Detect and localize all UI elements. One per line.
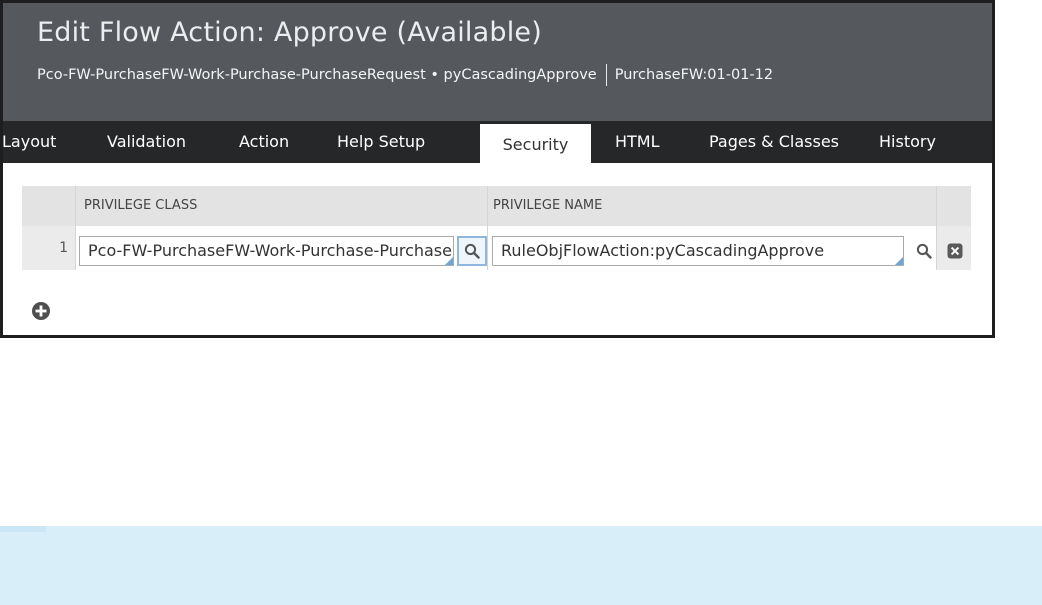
name-lookup-button[interactable] <box>909 236 939 266</box>
column-header-privilege-class: PRIVILEGE CLASS <box>84 198 198 213</box>
search-icon <box>916 243 932 259</box>
tab-security[interactable]: Security <box>480 124 591 163</box>
delete-row-icon <box>947 243 963 259</box>
privilege-name-input[interactable]: RuleObjFlowAction:pyCascadingApprove <box>492 236 904 266</box>
delete-row-button[interactable] <box>940 236 970 266</box>
rule-subtitle: Pco-FW-PurchaseFW-Work-Purchase-Purchase… <box>37 64 773 86</box>
page-title: Edit Flow Action: Approve (Available) <box>37 17 542 48</box>
tab-action[interactable]: Action <box>239 121 289 163</box>
tab-history[interactable]: History <box>879 121 936 163</box>
bullet-separator: • <box>430 67 439 83</box>
tab-html[interactable]: HTML <box>615 121 660 163</box>
row-index: 1 <box>59 240 68 256</box>
tab-bar: Layout Validation Action Help Setup Secu… <box>2 121 992 163</box>
column-divider <box>936 186 937 270</box>
rule-class-name: Pco-FW-PurchaseFW-Work-Purchase-Purchase… <box>37 67 426 83</box>
footer-panel <box>0 526 1042 605</box>
divider <box>605 64 607 86</box>
table-row: 1 Pco-FW-PurchaseFW-Work-Purchase-Purcha… <box>22 226 971 270</box>
column-divider <box>75 186 76 270</box>
column-divider <box>487 186 488 270</box>
tab-layout[interactable]: Layout <box>2 121 56 163</box>
tab-validation[interactable]: Validation <box>107 121 186 163</box>
search-icon <box>464 243 480 259</box>
rule-header: Edit Flow Action: Approve (Available) Pc… <box>3 3 992 121</box>
privilege-class-input[interactable]: Pco-FW-PurchaseFW-Work-Purchase-Purchase… <box>79 236 454 266</box>
rule-form-window: Edit Flow Action: Approve (Available) Pc… <box>0 0 995 338</box>
add-row-button[interactable] <box>31 301 51 321</box>
grid-header: PRIVILEGE CLASS PRIVILEGE NAME <box>22 186 971 226</box>
ruleset-version: PurchaseFW:01-01-12 <box>614 67 774 83</box>
rule-name: pyCascadingApprove <box>443 67 597 83</box>
tab-help-setup[interactable]: Help Setup <box>337 121 425 163</box>
panel-tab-stub <box>0 526 46 532</box>
tab-pages-and-classes[interactable]: Pages & Classes <box>709 121 839 163</box>
add-circle-icon <box>32 302 50 320</box>
class-lookup-button[interactable] <box>457 236 487 266</box>
column-header-privilege-name: PRIVILEGE NAME <box>493 198 603 213</box>
